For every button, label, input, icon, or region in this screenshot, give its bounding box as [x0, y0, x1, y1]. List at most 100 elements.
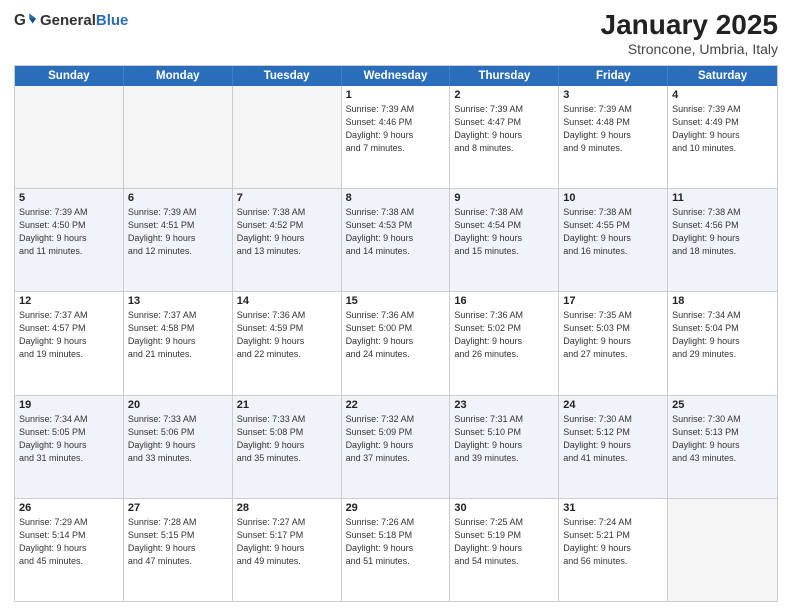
day-info: Sunrise: 7:38 AM Sunset: 4:56 PM Dayligh… — [672, 206, 773, 258]
day-info: Sunrise: 7:30 AM Sunset: 5:13 PM Dayligh… — [672, 413, 773, 465]
day-number: 13 — [128, 295, 228, 307]
day-info: Sunrise: 7:36 AM Sunset: 5:00 PM Dayligh… — [346, 309, 446, 361]
day-number: 29 — [346, 502, 446, 514]
day-info: Sunrise: 7:39 AM Sunset: 4:49 PM Dayligh… — [672, 103, 773, 155]
calendar-cell: 30 Sunrise: 7:25 AM Sunset: 5:19 PM Dayli… — [450, 499, 559, 601]
day-info: Sunrise: 7:38 AM Sunset: 4:53 PM Dayligh… — [346, 206, 446, 258]
day-number: 2 — [454, 89, 554, 101]
day-number: 11 — [672, 192, 773, 204]
calendar-cell: 28 Sunrise: 7:27 AM Sunset: 5:17 PM Dayli… — [233, 499, 342, 601]
day-info: Sunrise: 7:27 AM Sunset: 5:17 PM Dayligh… — [237, 516, 337, 568]
day-number: 21 — [237, 399, 337, 411]
calendar-cell: 3 Sunrise: 7:39 AM Sunset: 4:48 PM Daylig… — [559, 86, 668, 188]
day-number: 4 — [672, 89, 773, 101]
day-number: 14 — [237, 295, 337, 307]
calendar-row: 19Sunrise: 7:34 AM Sunset: 5:05 PM Dayli… — [15, 396, 777, 499]
calendar-cell: 19Sunrise: 7:34 AM Sunset: 5:05 PM Dayli… — [15, 396, 124, 498]
calendar-cell: 31 Sunrise: 7:24 AM Sunset: 5:21 PM Dayli… — [559, 499, 668, 601]
calendar-cell: 27 Sunrise: 7:28 AM Sunset: 5:15 PM Dayli… — [124, 499, 233, 601]
weekday-header: Tuesday — [233, 66, 342, 86]
day-number: 20 — [128, 399, 228, 411]
weekday-header: Saturday — [668, 66, 777, 86]
day-info: Sunrise: 7:38 AM Sunset: 4:52 PM Dayligh… — [237, 206, 337, 258]
calendar-cell: 5 Sunrise: 7:39 AM Sunset: 4:50 PM Daylig… — [15, 189, 124, 291]
day-number: 17 — [563, 295, 663, 307]
day-info: Sunrise: 7:34 AM Sunset: 5:04 PM Dayligh… — [672, 309, 773, 361]
day-info: Sunrise: 7:39 AM Sunset: 4:46 PM Dayligh… — [346, 103, 446, 155]
day-number: 8 — [346, 192, 446, 204]
day-info: Sunrise: 7:39 AM Sunset: 4:47 PM Dayligh… — [454, 103, 554, 155]
day-number: 6 — [128, 192, 228, 204]
calendar-cell: 20Sunrise: 7:33 AM Sunset: 5:06 PM Dayli… — [124, 396, 233, 498]
day-number: 3 — [563, 89, 663, 101]
calendar-cell: 9 Sunrise: 7:38 AM Sunset: 4:54 PM Daylig… — [450, 189, 559, 291]
calendar-header: SundayMondayTuesdayWednesdayThursdayFrid… — [15, 66, 777, 86]
day-number: 7 — [237, 192, 337, 204]
day-info: Sunrise: 7:33 AM Sunset: 5:08 PM Dayligh… — [237, 413, 337, 465]
weekday-header: Wednesday — [342, 66, 451, 86]
day-info: Sunrise: 7:39 AM Sunset: 4:51 PM Dayligh… — [128, 206, 228, 258]
day-info: Sunrise: 7:31 AM Sunset: 5:10 PM Dayligh… — [454, 413, 554, 465]
day-number: 9 — [454, 192, 554, 204]
day-info: Sunrise: 7:29 AM Sunset: 5:14 PM Dayligh… — [19, 516, 119, 568]
calendar-row: 26 Sunrise: 7:29 AM Sunset: 5:14 PM Dayli… — [15, 499, 777, 601]
calendar-cell: 11 Sunrise: 7:38 AM Sunset: 4:56 PM Dayli… — [668, 189, 777, 291]
calendar-cell: 22Sunrise: 7:32 AM Sunset: 5:09 PM Dayli… — [342, 396, 451, 498]
main-title: January 2025 — [601, 10, 778, 41]
day-number: 5 — [19, 192, 119, 204]
day-info: Sunrise: 7:38 AM Sunset: 4:55 PM Dayligh… — [563, 206, 663, 258]
calendar-cell — [668, 499, 777, 601]
calendar-cell: 2 Sunrise: 7:39 AM Sunset: 4:47 PM Daylig… — [450, 86, 559, 188]
day-info: Sunrise: 7:26 AM Sunset: 5:18 PM Dayligh… — [346, 516, 446, 568]
main-container: G GeneralBlue January 2025 Stroncone, Um… — [0, 0, 792, 612]
day-info: Sunrise: 7:39 AM Sunset: 4:50 PM Dayligh… — [19, 206, 119, 258]
calendar-cell: 24Sunrise: 7:30 AM Sunset: 5:12 PM Dayli… — [559, 396, 668, 498]
day-number: 10 — [563, 192, 663, 204]
weekday-header: Thursday — [450, 66, 559, 86]
weekday-header: Monday — [124, 66, 233, 86]
calendar-cell: 4 Sunrise: 7:39 AM Sunset: 4:49 PM Daylig… — [668, 86, 777, 188]
day-number: 25 — [672, 399, 773, 411]
day-number: 24 — [563, 399, 663, 411]
day-number: 23 — [454, 399, 554, 411]
calendar-row: 1 Sunrise: 7:39 AM Sunset: 4:46 PM Daylig… — [15, 86, 777, 189]
calendar-cell — [15, 86, 124, 188]
calendar-cell: 29 Sunrise: 7:26 AM Sunset: 5:18 PM Dayli… — [342, 499, 451, 601]
calendar-cell: 12 Sunrise: 7:37 AM Sunset: 4:57 PM Dayli… — [15, 292, 124, 394]
logo-text-general: General — [40, 12, 96, 29]
day-info: Sunrise: 7:37 AM Sunset: 4:57 PM Dayligh… — [19, 309, 119, 361]
day-info: Sunrise: 7:32 AM Sunset: 5:09 PM Dayligh… — [346, 413, 446, 465]
calendar-cell: 14Sunrise: 7:36 AM Sunset: 4:59 PM Dayli… — [233, 292, 342, 394]
logo-icon: G — [14, 10, 36, 32]
day-number: 12 — [19, 295, 119, 307]
day-number: 15 — [346, 295, 446, 307]
calendar-cell — [233, 86, 342, 188]
calendar-cell: 7 Sunrise: 7:38 AM Sunset: 4:52 PM Daylig… — [233, 189, 342, 291]
day-number: 30 — [454, 502, 554, 514]
calendar-cell: 6 Sunrise: 7:39 AM Sunset: 4:51 PM Daylig… — [124, 189, 233, 291]
day-number: 27 — [128, 502, 228, 514]
subtitle: Stroncone, Umbria, Italy — [601, 41, 778, 57]
svg-text:G: G — [14, 12, 26, 29]
logo: G GeneralBlue — [14, 10, 128, 32]
day-number: 16 — [454, 295, 554, 307]
day-info: Sunrise: 7:38 AM Sunset: 4:54 PM Dayligh… — [454, 206, 554, 258]
calendar-cell: 8 Sunrise: 7:38 AM Sunset: 4:53 PM Daylig… — [342, 189, 451, 291]
day-info: Sunrise: 7:39 AM Sunset: 4:48 PM Dayligh… — [563, 103, 663, 155]
day-info: Sunrise: 7:25 AM Sunset: 5:19 PM Dayligh… — [454, 516, 554, 568]
calendar-cell: 25 Sunrise: 7:30 AM Sunset: 5:13 PM Dayli… — [668, 396, 777, 498]
calendar: SundayMondayTuesdayWednesdayThursdayFrid… — [14, 65, 778, 602]
day-number: 28 — [237, 502, 337, 514]
day-number: 31 — [563, 502, 663, 514]
day-number: 26 — [19, 502, 119, 514]
calendar-cell: 13Sunrise: 7:37 AM Sunset: 4:58 PM Dayli… — [124, 292, 233, 394]
day-number: 1 — [346, 89, 446, 101]
calendar-body: 1 Sunrise: 7:39 AM Sunset: 4:46 PM Daylig… — [15, 86, 777, 601]
calendar-cell: 23 Sunrise: 7:31 AM Sunset: 5:10 PM Dayli… — [450, 396, 559, 498]
day-info: Sunrise: 7:34 AM Sunset: 5:05 PM Dayligh… — [19, 413, 119, 465]
day-info: Sunrise: 7:24 AM Sunset: 5:21 PM Dayligh… — [563, 516, 663, 568]
day-number: 18 — [672, 295, 773, 307]
calendar-cell: 26 Sunrise: 7:29 AM Sunset: 5:14 PM Dayli… — [15, 499, 124, 601]
day-info: Sunrise: 7:28 AM Sunset: 5:15 PM Dayligh… — [128, 516, 228, 568]
title-block: January 2025 Stroncone, Umbria, Italy — [601, 10, 778, 57]
